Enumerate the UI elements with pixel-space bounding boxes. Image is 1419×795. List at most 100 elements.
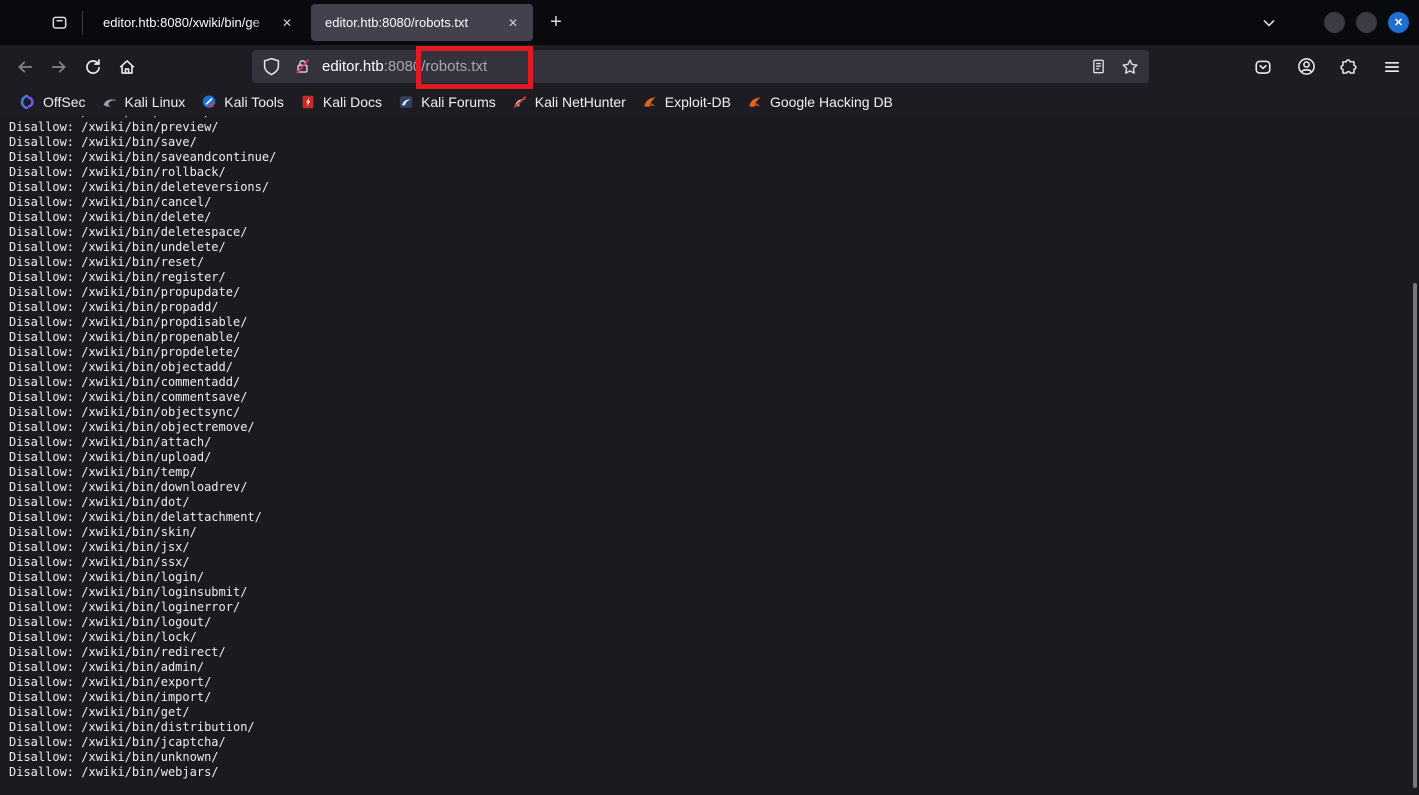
- robots-line: Disallow: /xwiki/bin/propdelete/: [9, 345, 276, 360]
- list-all-tabs-button[interactable]: [1254, 8, 1284, 38]
- tab-title: editor.htb:8080/xwiki/bin/ge: [103, 15, 271, 30]
- bookmark-label: Kali Docs: [323, 94, 382, 110]
- robots-line: Disallow: /xwiki/bin/propenable/: [9, 330, 276, 345]
- robots-line: Disallow: /xwiki/bin/get/: [9, 705, 276, 720]
- insecure-lock-icon: [293, 57, 312, 76]
- robots-line: Disallow: /xwiki/bin/objectadd/: [9, 360, 276, 375]
- robots-line: Disallow: /xwiki/bin/distribution/: [9, 720, 276, 735]
- robots-line: Disallow: /xwiki/bin/rollback/: [9, 165, 276, 180]
- robots-line: Disallow: /xwiki/bin/temp/: [9, 465, 276, 480]
- tab-robots-txt[interactable]: editor.htb:8080/robots.txt ✕: [311, 4, 533, 41]
- bookmark-google-hacking-db[interactable]: Google Hacking DB: [739, 92, 901, 112]
- robots-line: Disallow: /xwiki/bin/export/: [9, 675, 276, 690]
- robots-line: Disallow: /xwiki/bin/downloadrev/: [9, 480, 276, 495]
- kali-forums-icon: [398, 94, 414, 110]
- navigation-toolbar: editor.htb:8080/robots.txt: [0, 45, 1419, 88]
- forward-button[interactable]: [42, 50, 76, 84]
- bookmarks-toolbar: OffSec Kali Linux Kali Tools Kali Docs: [0, 88, 1419, 116]
- bookmark-kali-forums[interactable]: Kali Forums: [390, 92, 504, 112]
- robots-line: Disallow: /xwiki/bin/propadd/: [9, 300, 276, 315]
- bookmark-label: Kali NetHunter: [535, 94, 626, 110]
- bookmark-kali-nethunter[interactable]: Kali NetHunter: [504, 92, 634, 112]
- bookmark-label: Exploit-DB: [665, 94, 731, 110]
- robots-line: Disallow: /xwiki/bin/delattachment/: [9, 510, 276, 525]
- urlbar-page-actions: [1090, 58, 1139, 76]
- back-button[interactable]: [8, 50, 42, 84]
- extensions-button[interactable]: [1334, 52, 1364, 82]
- robots-line: Disallow: /xwiki/bin/logout/: [9, 615, 276, 630]
- vertical-scrollbar[interactable]: [1413, 283, 1417, 788]
- close-tab-icon[interactable]: ✕: [503, 13, 523, 33]
- robots-line: Disallow: /xwiki/bin/skin/: [9, 525, 276, 540]
- bookmark-label: Google Hacking DB: [770, 94, 893, 110]
- robots-line: Disallow: /xwiki/bin/loginerror/: [9, 600, 276, 615]
- bookmark-kali-tools[interactable]: Kali Tools: [193, 92, 292, 112]
- reload-button[interactable]: [76, 50, 110, 84]
- robots-line: Disallow: /xwiki/bin/commentadd/: [9, 375, 276, 390]
- tab-bar: editor.htb:8080/xwiki/bin/ge ✕ editor.ht…: [0, 0, 1419, 45]
- maximize-button[interactable]: [1356, 12, 1377, 33]
- menu-button[interactable]: [1377, 52, 1407, 82]
- back-arrow-icon: [16, 58, 34, 76]
- close-tab-icon[interactable]: ✕: [277, 13, 297, 33]
- bookmark-exploit-db[interactable]: Exploit-DB: [634, 92, 739, 112]
- hamburger-menu-icon: [1383, 58, 1401, 76]
- bookmark-star-icon[interactable]: [1121, 58, 1139, 76]
- robots-line: Disallow: /xwiki/bin/undelete/: [9, 240, 276, 255]
- robots-line: Disallow: /xwiki/bin/attach/: [9, 435, 276, 450]
- firefox-view-button[interactable]: [42, 7, 76, 39]
- tab-separator: [82, 11, 83, 35]
- robots-line: Disallow: /xwiki/bin/preview/: [9, 120, 276, 135]
- robots-line: Disallow: /xwiki/bin/reset/: [9, 255, 276, 270]
- robots-line: Disallow: /xwiki/bin/objectsync/: [9, 405, 276, 420]
- robots-line: Disallow: /xwiki/bin/saveandcontinue/: [9, 150, 276, 165]
- url-path: :8080/robots.txt: [384, 58, 487, 75]
- toolbar-right-buttons: [1248, 52, 1407, 82]
- forward-arrow-icon: [50, 58, 68, 76]
- robots-line: Disallow: /xwiki/bin/import/: [9, 690, 276, 705]
- robots-line: Disallow: /xwiki/bin/jcaptcha/: [9, 735, 276, 750]
- robots-line: Disallow: /xwiki/bin/login/: [9, 570, 276, 585]
- kali-linux-icon: [102, 94, 118, 110]
- robots-line: Disallow: /xwiki/bin/admin/: [9, 660, 276, 675]
- home-button[interactable]: [110, 50, 144, 84]
- robots-line: Disallow: /xwiki/bin/objectremove/: [9, 420, 276, 435]
- robots-line: Disallow: /xwiki/bin/lock/: [9, 630, 276, 645]
- robots-line: Disallow: /xwiki/bin/propupdate/: [9, 285, 276, 300]
- robots-line: Disallow: /xwiki/bin/webjars/: [9, 765, 276, 780]
- robots-line: Disallow: /xwiki/bin/save/: [9, 135, 276, 150]
- tracking-shield-icon: [262, 57, 281, 76]
- new-tab-button[interactable]: +: [541, 8, 571, 38]
- ghdb-icon: [747, 94, 763, 110]
- close-window-button[interactable]: ✕: [1388, 12, 1409, 33]
- bookmark-label: Kali Forums: [421, 94, 496, 110]
- minimize-button[interactable]: [1324, 12, 1345, 33]
- bookmark-kali-linux[interactable]: Kali Linux: [94, 92, 194, 112]
- offsec-icon: [20, 94, 36, 110]
- bookmark-kali-docs[interactable]: Kali Docs: [292, 92, 390, 112]
- pocket-icon: [1254, 58, 1272, 76]
- robots-line: Disallow: /xwiki/bin/upload/: [9, 450, 276, 465]
- robots-line: Disallow: /xwiki/bin/deleteversions/: [9, 180, 276, 195]
- bookmark-offsec[interactable]: OffSec: [12, 92, 94, 112]
- url-bar[interactable]: editor.htb:8080/robots.txt: [252, 50, 1149, 83]
- url-domain: editor.htb: [322, 58, 384, 75]
- robots-line: Disallow: /xwiki/bin/jsx/: [9, 540, 276, 555]
- robots-line: Disallow: /xwiki/bin/propdisable/: [9, 315, 276, 330]
- home-icon: [118, 58, 136, 76]
- kali-docs-icon: [300, 94, 316, 110]
- robots-line: Disallow: /xwiki/bin/deletespace/: [9, 225, 276, 240]
- reload-icon: [84, 58, 102, 76]
- tab-xwiki[interactable]: editor.htb:8080/xwiki/bin/ge ✕: [89, 4, 307, 41]
- reader-view-icon[interactable]: [1090, 58, 1107, 75]
- robots-line: Disallow: /xwiki/bin/commentsave/: [9, 390, 276, 405]
- robots-line: Disallow: /xwiki/bin/delete/: [9, 210, 276, 225]
- robots-line: Disallow: /xwiki/bin/cancel/: [9, 195, 276, 210]
- url-text: editor.htb:8080/robots.txt: [322, 58, 487, 75]
- chevron-down-icon: [1261, 15, 1277, 31]
- pocket-button[interactable]: [1248, 52, 1278, 82]
- robots-line: Disallow: /xwiki/bin/ssx/: [9, 555, 276, 570]
- bookmark-label: Kali Linux: [125, 94, 186, 110]
- account-button[interactable]: [1291, 52, 1321, 82]
- robots-line: Disallow: /xwiki/bin/loginsubmit/: [9, 585, 276, 600]
